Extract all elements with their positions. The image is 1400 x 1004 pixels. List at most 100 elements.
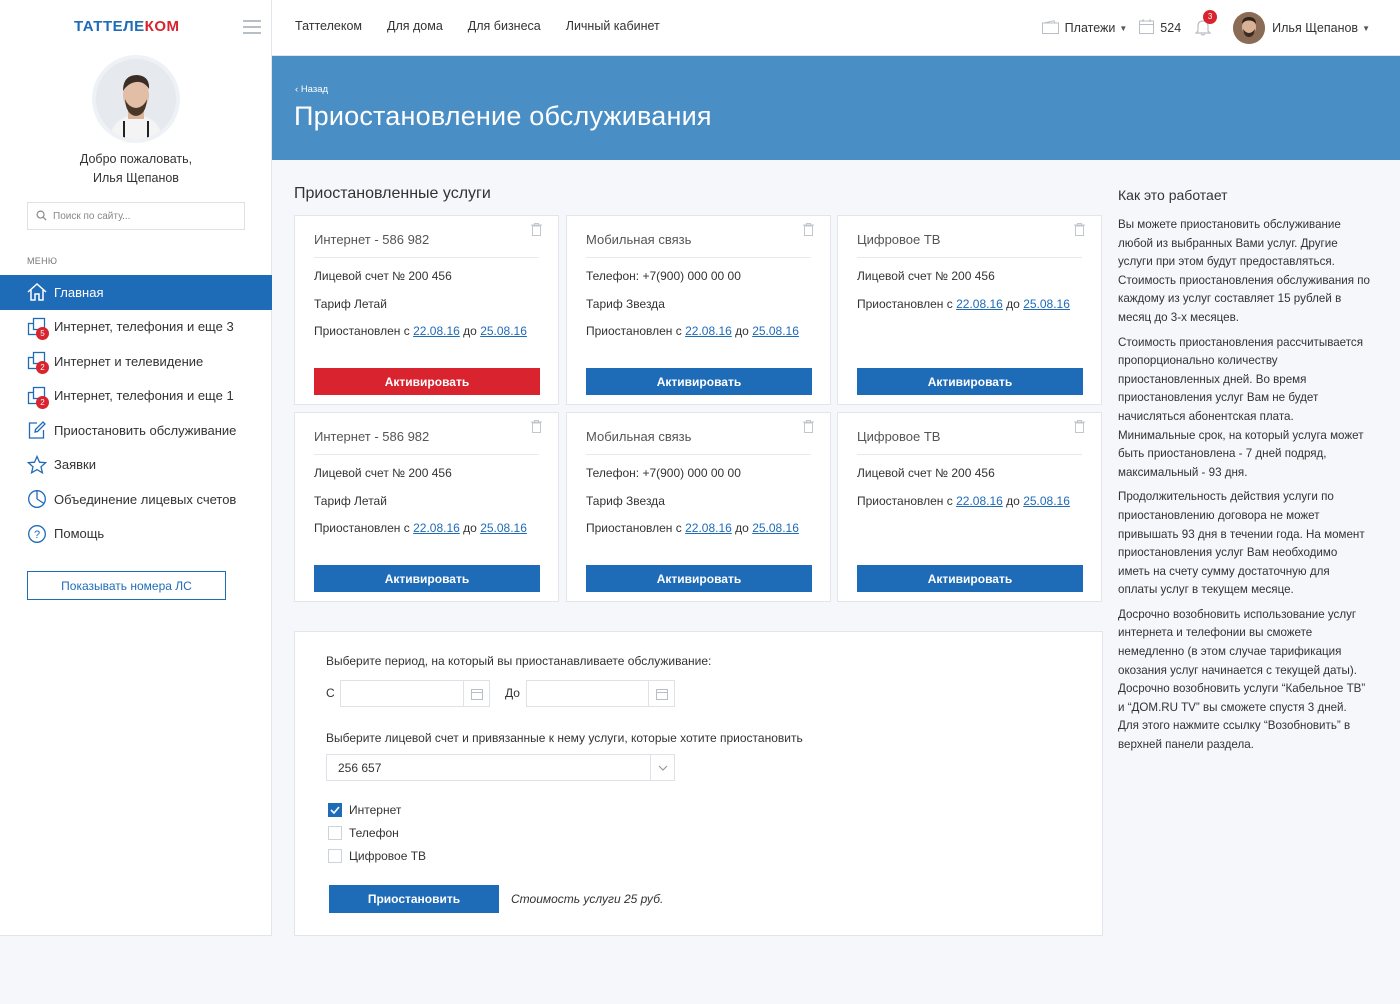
card-period: Приостановлен с 22.08.16 до 25.08.16 — [586, 324, 799, 338]
sidebar-item-internet-telephony-3[interactable]: 5 Интернет, телефония и еще 3 — [0, 310, 272, 345]
checkbox-checked[interactable] — [328, 803, 342, 817]
checkbox-internet[interactable]: Интернет — [328, 803, 401, 817]
sidebar-item-requests[interactable]: Заявки — [0, 448, 272, 483]
user-name: Илья Щепанов — [1272, 21, 1359, 35]
notifications-button[interactable]: 3 — [1194, 10, 1218, 39]
card-title: Мобильная связь — [586, 232, 692, 247]
date-from-field[interactable] — [340, 680, 490, 707]
sidebar-item-internet-telephony-1[interactable]: 2 Интернет, телефония и еще 1 — [0, 379, 272, 414]
payments-label: Платежи — [1064, 21, 1116, 35]
user-menu[interactable]: Илья Щепанов ▼ — [1233, 12, 1370, 44]
trash-icon[interactable] — [803, 420, 814, 433]
notification-badge: 3 — [1203, 10, 1218, 24]
info-paragraph: Продолжительность действия услуги по при… — [1118, 490, 1365, 597]
activate-button[interactable]: Активировать — [586, 368, 812, 395]
menu-label: МЕНЮ — [27, 256, 58, 266]
period-from-link[interactable]: 22.08.16 — [685, 324, 732, 338]
checkbox-unchecked[interactable] — [328, 826, 342, 840]
card-phone: Телефон: +7(900) 000 00 00 — [586, 269, 741, 283]
trash-icon[interactable] — [1074, 223, 1085, 236]
info-paragraph: Стоимость приостановления рассчитывается… — [1118, 335, 1364, 479]
nav-link-home[interactable]: Для дома — [387, 19, 443, 33]
to-label: До — [505, 686, 520, 700]
trash-icon[interactable] — [531, 223, 542, 236]
sidebar-item-help[interactable]: ? Помощь — [0, 517, 272, 552]
top-navigation-bar: Таттелеком Для дома Для бизнеса Личный к… — [272, 0, 1400, 56]
period-label: Приостановлен с — [586, 324, 682, 338]
nav-link-business[interactable]: Для бизнеса — [468, 19, 541, 33]
nav-link-account[interactable]: Личный кабинет — [566, 19, 660, 33]
back-label: Назад — [300, 84, 329, 95]
card-title: Интернет - 586 982 — [314, 429, 430, 444]
chevron-down-icon: ▼ — [1362, 23, 1370, 33]
suspend-form: Выберите период, на который вы приостана… — [294, 631, 1103, 936]
period-to-word: до — [463, 521, 477, 535]
sidebar-item-internet-tv[interactable]: 2 Интернет и телевидение — [0, 344, 272, 379]
page-header: ‹ Назад Приостановление обслуживания — [272, 56, 1400, 160]
hamburger-menu-icon[interactable] — [243, 20, 261, 34]
card-period: Приостановлен с 22.08.16 до 25.08.16 — [857, 297, 1070, 311]
search-input[interactable] — [53, 210, 233, 222]
checkbox-unchecked[interactable] — [328, 849, 342, 863]
period-to-link[interactable]: 25.08.16 — [1023, 494, 1070, 508]
sidebar-item-home[interactable]: Главная — [0, 275, 272, 310]
calendar-icon[interactable] — [648, 681, 674, 706]
period-to-link[interactable]: 25.08.16 — [752, 521, 799, 535]
period-from-link[interactable]: 22.08.16 — [956, 297, 1003, 311]
card-tariff: Тариф Звезда — [586, 297, 665, 311]
period-label: Приостановлен с — [314, 521, 410, 535]
how-it-works-panel: Как это работает Вы можете приостановить… — [1118, 187, 1370, 761]
sidebar-item-merge-accounts[interactable]: Объединение лицевых счетов — [0, 482, 272, 517]
trash-icon[interactable] — [531, 420, 542, 433]
period-label: Приостановлен с — [857, 494, 953, 508]
period-from-link[interactable]: 22.08.16 — [956, 494, 1003, 508]
activate-button[interactable]: Активировать — [586, 565, 812, 592]
card-period: Приостановлен с 22.08.16 до 25.08.16 — [314, 521, 527, 535]
period-to-link[interactable]: 25.08.16 — [752, 324, 799, 338]
account-label: Выберите лицевой счет и привязанные к не… — [326, 731, 803, 745]
show-account-numbers-button[interactable]: Показывать номера ЛС — [27, 571, 226, 600]
period-from-link[interactable]: 22.08.16 — [685, 521, 732, 535]
services-icon: 2 — [26, 350, 49, 375]
period-from-link[interactable]: 22.08.16 — [413, 521, 460, 535]
logo-text-red: КОМ — [144, 18, 180, 35]
checkbox-phone[interactable]: Телефон — [328, 826, 399, 840]
trash-icon[interactable] — [803, 223, 814, 236]
chevron-down-icon — [650, 755, 674, 780]
nav-link-tattelecom[interactable]: Таттелеком — [295, 19, 362, 33]
trash-icon[interactable] — [1074, 420, 1085, 433]
services-icon: 2 — [26, 385, 49, 409]
period-to-link[interactable]: 25.08.16 — [1023, 297, 1070, 311]
sidebar-item-label: Интернет, телефония и еще 3 — [54, 319, 234, 335]
date-to-field[interactable] — [526, 680, 675, 707]
activate-button[interactable]: Активировать — [857, 368, 1083, 395]
wallet-icon — [1041, 19, 1059, 37]
checkbox-digital-tv[interactable]: Цифровое ТВ — [328, 849, 426, 863]
sidebar: ТАТТЕЛЕКОМ Добро пожаловать, Илья Щепано… — [0, 0, 272, 936]
chevron-left-icon: ‹ — [295, 84, 299, 95]
activate-button[interactable]: Активировать — [314, 565, 540, 592]
welcome-user-name: Илья Щепанов — [93, 171, 179, 185]
suspend-button[interactable]: Приостановить — [329, 885, 499, 913]
star-icon — [26, 454, 48, 476]
period-label: Выберите период, на который вы приостана… — [326, 654, 712, 668]
logo[interactable]: ТАТТЕЛЕКОМ — [74, 18, 180, 35]
bonus-counter[interactable]: 524 — [1139, 19, 1181, 37]
period-to-link[interactable]: 25.08.16 — [480, 324, 527, 338]
calendar-icon[interactable] — [463, 681, 489, 706]
sidebar-item-suspend-service[interactable]: Приостановить обслуживание — [0, 413, 272, 448]
period-to-link[interactable]: 25.08.16 — [480, 521, 527, 535]
section-title: Приостановленные услуги — [294, 185, 491, 202]
payments-dropdown[interactable]: Платежи ▼ — [1041, 19, 1127, 37]
period-from-link[interactable]: 22.08.16 — [413, 324, 460, 338]
card-period: Приостановлен с 22.08.16 до 25.08.16 — [314, 324, 527, 338]
bell-icon — [1194, 20, 1212, 39]
account-select[interactable]: 256 657 — [326, 754, 675, 781]
edit-icon — [26, 419, 48, 441]
card-account: Лицевой счет № 200 456 — [857, 466, 995, 480]
activate-button[interactable]: Активировать — [857, 565, 1083, 592]
activate-button[interactable]: Активировать — [314, 368, 540, 395]
back-link[interactable]: ‹ Назад — [295, 84, 328, 95]
home-icon — [26, 281, 48, 303]
sidebar-item-label: Приостановить обслуживание — [54, 422, 237, 438]
